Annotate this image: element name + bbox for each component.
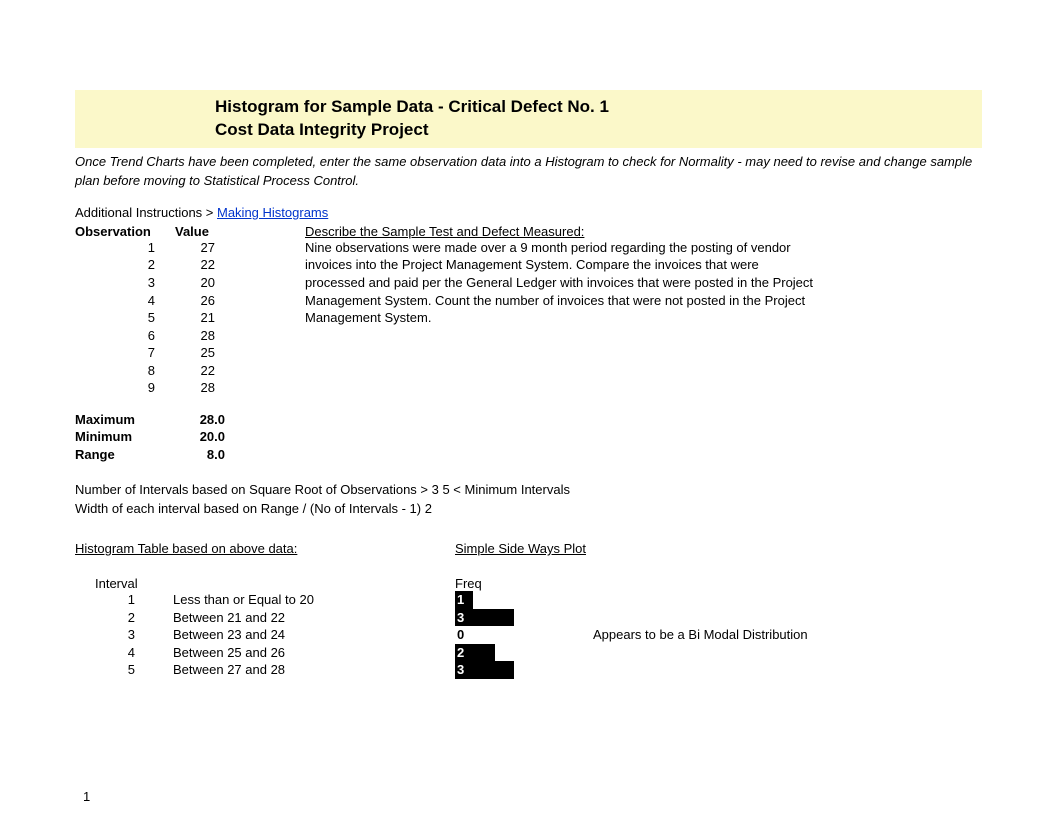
hist-table-header: Histogram Table based on above data: bbox=[75, 541, 455, 556]
observation-value: 22 bbox=[175, 256, 215, 274]
observation-number: 7 bbox=[75, 344, 175, 362]
observation-row: 628 bbox=[75, 327, 305, 345]
histogram-row: 3Between 23 and 240Appears to be a Bi Mo… bbox=[75, 626, 982, 644]
histogram-row: 2Between 21 and 223 bbox=[75, 609, 982, 627]
observation-row: 320 bbox=[75, 274, 305, 292]
observation-number: 3 bbox=[75, 274, 175, 292]
page-title-2: Cost Data Integrity Project bbox=[215, 119, 982, 142]
additional-instructions: Additional Instructions > Making Histogr… bbox=[75, 205, 982, 220]
description-body: Nine observations were made over a 9 mon… bbox=[305, 239, 815, 327]
page-number: 1 bbox=[83, 789, 982, 804]
interval-label: Less than or Equal to 20 bbox=[173, 591, 455, 609]
interval-number: 5 bbox=[75, 661, 173, 679]
note-intervals: Number of Intervals based on Square Root… bbox=[75, 481, 982, 500]
stat-min-value: 20.0 bbox=[175, 428, 225, 446]
observation-number: 6 bbox=[75, 327, 175, 345]
histogram-row: 1Less than or Equal to 201 bbox=[75, 591, 982, 609]
interval-label: Between 23 and 24 bbox=[173, 626, 455, 644]
observation-number: 5 bbox=[75, 309, 175, 327]
observation-value: 22 bbox=[175, 362, 215, 380]
interval-notes: Number of Intervals based on Square Root… bbox=[75, 481, 982, 519]
observation-row: 521 bbox=[75, 309, 305, 327]
interval-label: Between 27 and 28 bbox=[173, 661, 455, 679]
observation-number: 2 bbox=[75, 256, 175, 274]
interval-label: Between 21 and 22 bbox=[173, 609, 455, 627]
stat-max-value: 28.0 bbox=[175, 411, 225, 429]
description-header: Describe the Sample Test and Defect Meas… bbox=[305, 224, 982, 239]
interval-number: 3 bbox=[75, 626, 173, 644]
interval-freq: 2 bbox=[455, 644, 473, 662]
observation-value: 26 bbox=[175, 292, 215, 310]
observation-value: 28 bbox=[175, 379, 215, 397]
observation-row: 725 bbox=[75, 344, 305, 362]
stat-range-label: Range bbox=[75, 446, 175, 464]
interval-bar bbox=[473, 609, 514, 627]
page-title-1: Histogram for Sample Data - Critical Def… bbox=[215, 96, 982, 119]
obs-header-observation: Observation bbox=[75, 224, 175, 239]
observation-value: 21 bbox=[175, 309, 215, 327]
stat-min-label: Minimum bbox=[75, 428, 175, 446]
interval-freq: 3 bbox=[455, 609, 473, 627]
observation-row: 127 bbox=[75, 239, 305, 257]
interval-freq: 3 bbox=[455, 661, 473, 679]
observation-row: 222 bbox=[75, 256, 305, 274]
stats-block: Maximum 28.0 Minimum 20.0 Range 8.0 bbox=[75, 411, 305, 464]
distribution-note: Appears to be a Bi Modal Distribution bbox=[473, 626, 808, 644]
additional-instructions-label: Additional Instructions > bbox=[75, 205, 217, 220]
sideways-plot-header: Simple Side Ways Plot bbox=[455, 541, 586, 556]
observation-number: 8 bbox=[75, 362, 175, 380]
hist-col-interval: Interval bbox=[75, 576, 175, 591]
stat-max-label: Maximum bbox=[75, 411, 175, 429]
interval-freq: 0 bbox=[455, 626, 473, 644]
making-histograms-link[interactable]: Making Histograms bbox=[217, 205, 328, 220]
histogram-row: 5Between 27 and 283 bbox=[75, 661, 982, 679]
observation-row: 822 bbox=[75, 362, 305, 380]
observation-number: 9 bbox=[75, 379, 175, 397]
observation-number: 1 bbox=[75, 239, 175, 257]
observations-block: Observation Value 1272223204265216287258… bbox=[75, 224, 305, 464]
interval-number: 2 bbox=[75, 609, 173, 627]
interval-bar bbox=[473, 661, 514, 679]
observation-value: 27 bbox=[175, 239, 215, 257]
observation-value: 20 bbox=[175, 274, 215, 292]
histogram-row: 4Between 25 and 262 bbox=[75, 644, 982, 662]
title-band: Histogram for Sample Data - Critical Def… bbox=[75, 90, 982, 148]
interval-number: 4 bbox=[75, 644, 173, 662]
histogram-block: Interval Freq 1Less than or Equal to 201… bbox=[75, 576, 982, 679]
intro-text: Once Trend Charts have been completed, e… bbox=[75, 152, 982, 191]
observation-value: 25 bbox=[175, 344, 215, 362]
observation-number: 4 bbox=[75, 292, 175, 310]
description-block: Describe the Sample Test and Defect Meas… bbox=[305, 224, 982, 327]
interval-label: Between 25 and 26 bbox=[173, 644, 455, 662]
interval-freq: 1 bbox=[455, 591, 473, 609]
interval-bar bbox=[473, 644, 495, 662]
observation-row: 426 bbox=[75, 292, 305, 310]
observation-row: 928 bbox=[75, 379, 305, 397]
hist-col-freq: Freq bbox=[455, 576, 495, 591]
note-width: Width of each interval based on Range / … bbox=[75, 500, 982, 519]
interval-number: 1 bbox=[75, 591, 173, 609]
stat-range-value: 8.0 bbox=[175, 446, 225, 464]
obs-header-value: Value bbox=[175, 224, 235, 239]
observation-value: 28 bbox=[175, 327, 215, 345]
